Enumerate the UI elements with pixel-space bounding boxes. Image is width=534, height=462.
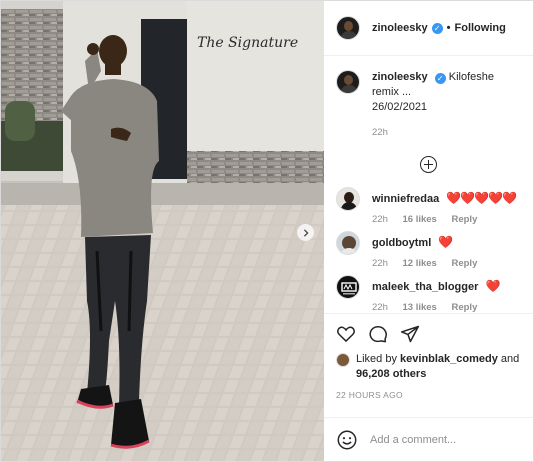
comment-time[interactable]: 22h [372,214,388,225]
author-username[interactable]: zinoleesky [372,22,428,34]
author-avatar[interactable] [336,16,360,40]
comment-item: winniefredaa ❤️❤️❤️❤️❤️ 22h 16 likes Rep… [336,187,521,225]
blog-logo-icon [341,282,357,295]
comment-time[interactable]: 22h [372,258,388,269]
reply-button[interactable]: Reply [451,214,477,225]
caption: zinoleesky ✓ Kilofeshe remix ... 26/02/2… [336,70,521,140]
commenter-avatar[interactable] [336,231,360,255]
caption-avatar[interactable] [336,70,360,94]
post-photo-illustration: The Signature [1,1,324,461]
post-timestamp[interactable]: 22 HOURS AGO [336,390,521,400]
verified-badge-icon: ✓ [434,73,446,84]
caption-text-block: zinoleesky ✓ Kilofeshe remix ... 26/02/2… [372,70,521,140]
comment-text: ❤️ [438,235,453,249]
comment-input[interactable] [370,433,521,446]
post-photo[interactable]: The Signature [1,1,324,461]
liked-by-prefix: Liked by [356,353,401,365]
comment-item: goldboytml ❤️ 22h 12 likes Reply [336,231,521,269]
caption-date: 26/02/2021 [372,101,428,113]
reply-button[interactable]: Reply [451,302,477,313]
comment-text: ❤️ [485,279,500,293]
comment-bubble-icon[interactable] [368,324,388,344]
post-dialog: The Signature zinoleesky ✓ • Following z… [0,0,534,462]
chevron-right-icon [303,228,309,237]
caption-time[interactable]: 22h [372,127,388,138]
paper-plane-icon[interactable] [400,324,420,344]
heart-icon[interactable] [336,324,356,344]
add-comment-bar [324,417,533,461]
comment-text: ❤️❤️❤️❤️❤️ [446,191,517,205]
separator-dot: • [446,22,451,34]
liked-by-joiner: and [497,353,520,365]
commenter-avatar[interactable] [336,187,360,211]
verified-badge-icon: ✓ [431,22,443,34]
action-icons [336,322,521,346]
reply-button[interactable]: Reply [451,258,477,269]
comment-username[interactable]: goldboytml [372,237,431,249]
comment-username[interactable]: maleek_tha_blogger [372,281,478,293]
caption-username[interactable]: zinoleesky [372,71,428,83]
comments-list[interactable]: zinoleesky ✓ Kilofeshe remix ... 26/02/2… [324,56,533,313]
smiley-icon[interactable] [336,429,358,451]
post-header: zinoleesky ✓ • Following [324,1,533,56]
commenter-avatar[interactable] [336,275,360,299]
comment-likes[interactable]: 13 likes [403,302,437,313]
comment-likes[interactable]: 12 likes [403,258,437,269]
next-photo-button[interactable] [297,224,314,241]
plus-circle-icon[interactable] [420,156,437,173]
following-button[interactable]: Following [455,22,506,34]
comment-time[interactable]: 22h [372,302,388,313]
signature-sign: The Signature [197,35,298,51]
likes-count[interactable]: 96,208 others [356,368,426,380]
post-sidebar: zinoleesky ✓ • Following zinoleesky ✓ Ki… [324,1,533,461]
comment-username[interactable]: winniefredaa [372,193,439,205]
comment-likes[interactable]: 16 likes [403,214,437,225]
liked-by: Liked by kevinblak_comedy and 96,208 oth… [336,352,521,382]
liker-username[interactable]: kevinblak_comedy [400,353,498,365]
post-actions: Liked by kevinblak_comedy and 96,208 oth… [324,313,533,417]
liker-avatar[interactable] [336,353,350,367]
comment-item: maleek_tha_blogger ❤️ 22h 13 likes Reply [336,275,521,313]
caption-meta: 22h [372,125,521,140]
